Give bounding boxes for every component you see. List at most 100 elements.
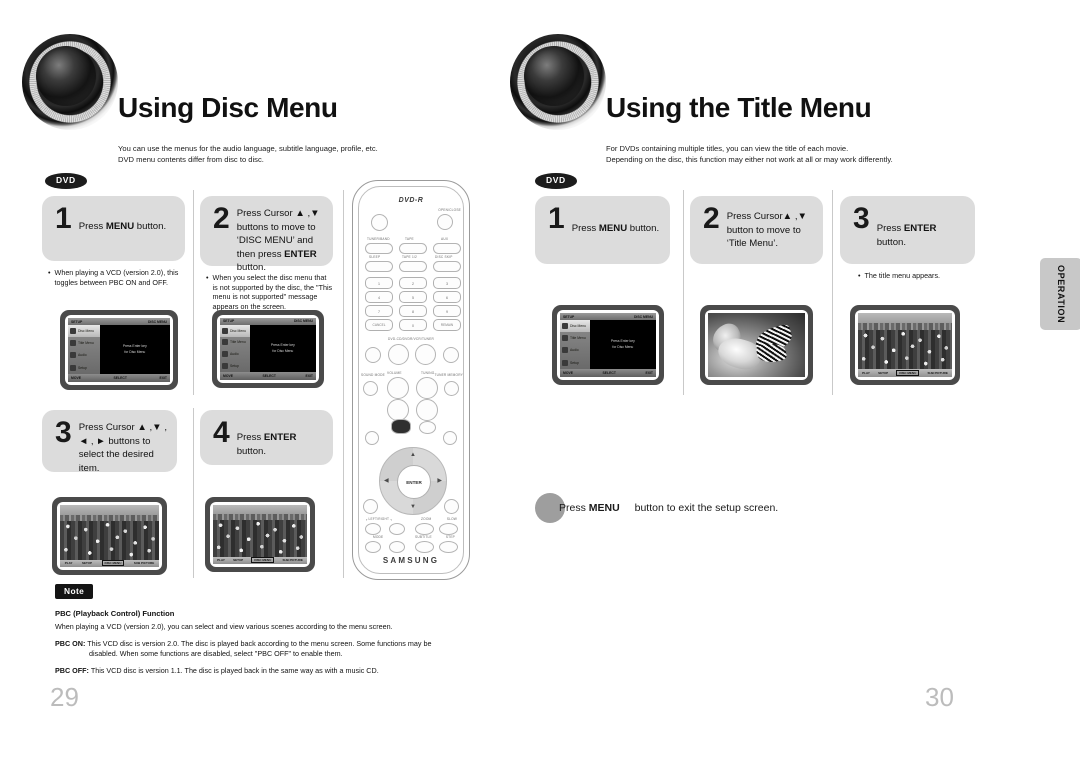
- osd-title-right: DISC MENU: [633, 314, 653, 319]
- tuner-memory-button[interactable]: [444, 381, 459, 396]
- osd-menu-item-audio[interactable]: Audio: [220, 348, 250, 360]
- menu-item-sub-picture[interactable]: SUB PICTURE: [928, 371, 948, 375]
- osd-menu-item-setup[interactable]: Setup: [68, 362, 100, 374]
- channel-right-button[interactable]: [389, 523, 405, 535]
- page-subtitle-line2: Depending on the disc, this function may…: [606, 155, 893, 164]
- open-close-button[interactable]: [437, 214, 453, 230]
- menu-item-setup[interactable]: SETUP: [82, 561, 92, 565]
- tv-bezel: [705, 310, 808, 380]
- right-step-3-bubble: 3 Press ENTER button.: [840, 196, 975, 264]
- osd-menu-item-title-menu[interactable]: Title Menu: [68, 337, 100, 349]
- menu-item-setup[interactable]: SETUP: [878, 371, 888, 375]
- tv-bezel: PLAY SETUP DISC MENU SUB PICTURE: [855, 310, 955, 380]
- menu-item-disc-menu[interactable]: DISC MENU: [896, 370, 920, 377]
- return-button[interactable]: [365, 431, 379, 445]
- stop-button[interactable]: [388, 344, 409, 365]
- tuning-up-button[interactable]: [416, 377, 438, 399]
- number-key-8[interactable]: 8: [399, 305, 427, 317]
- number-key-9[interactable]: 9: [433, 305, 461, 317]
- menu-item-sub-picture[interactable]: SUB PICTURE: [134, 561, 154, 565]
- search-up-button[interactable]: [444, 499, 459, 514]
- channel-left-button[interactable]: [365, 523, 381, 535]
- osd-menu-item-audio[interactable]: Audio: [68, 349, 100, 361]
- zoom-button[interactable]: [415, 523, 434, 535]
- number-key-5[interactable]: 5: [399, 291, 427, 303]
- osd-sidebar: Disc Menu Title Menu Audio Setup: [560, 320, 590, 369]
- aux-button[interactable]: [433, 243, 461, 254]
- title-button[interactable]: [443, 431, 457, 445]
- slow-button[interactable]: [439, 523, 458, 535]
- skip-forward-button[interactable]: [443, 347, 459, 363]
- menu-button[interactable]: [391, 419, 411, 434]
- osd-menu-item-title-menu[interactable]: Title Menu: [220, 337, 250, 349]
- menu-item-sub-picture[interactable]: SUB PICTURE: [283, 558, 303, 562]
- play-pause-button[interactable]: [415, 344, 436, 365]
- cursor-down-icon[interactable]: ▼: [410, 504, 416, 510]
- page-number-right: 30: [925, 682, 954, 712]
- sleep-button[interactable]: [365, 261, 393, 272]
- osd-menu-item-title-menu[interactable]: Title Menu: [560, 332, 590, 344]
- search-down-button[interactable]: [363, 499, 378, 514]
- number-key-7[interactable]: 7: [365, 305, 393, 317]
- sound-mode-button[interactable]: [363, 381, 378, 396]
- mode-plus-button[interactable]: [389, 541, 405, 553]
- number-key-0[interactable]: 0: [399, 319, 427, 331]
- tv-display: SETUP DISC MENU Disc Menu Title Menu Aud…: [560, 313, 656, 377]
- number-key-1[interactable]: 1: [365, 277, 393, 289]
- tape-1-2-button[interactable]: [399, 261, 427, 272]
- note-text-pbc-on-l1: This VCD disc is version 2.0. The disc i…: [87, 638, 432, 648]
- step-button[interactable]: [439, 541, 458, 553]
- mode-minus-button[interactable]: [365, 541, 381, 553]
- cursor-up-icon[interactable]: ▲: [410, 452, 416, 458]
- osd-menu-item-label: Audio: [230, 352, 239, 357]
- number-key-2[interactable]: 2: [399, 277, 427, 289]
- note-body: PBC (Playback Control) Function When pla…: [55, 609, 475, 676]
- cursor-right-icon[interactable]: ▶: [437, 478, 442, 484]
- volume-down-button[interactable]: [387, 399, 409, 421]
- step-2-text-key: ENTER: [284, 248, 317, 260]
- menu-item-setup[interactable]: SETUP: [233, 558, 243, 562]
- tuner-band-button[interactable]: [365, 243, 393, 254]
- number-key-6[interactable]: 6: [433, 291, 461, 303]
- number-key-3[interactable]: 3: [433, 277, 461, 289]
- label-sleep: SLEEP: [369, 255, 381, 259]
- cursor-dpad[interactable]: ▲ ▼ ◀ ▶ ENTER: [379, 447, 447, 515]
- display-button[interactable]: [419, 421, 436, 434]
- menu-item-play[interactable]: PLAY: [65, 561, 73, 565]
- enter-button[interactable]: ENTER: [397, 465, 431, 499]
- menu-item-play[interactable]: PLAY: [217, 558, 225, 562]
- crowd-scene-image: PLAY SETUP DISC MENU SUB PICTURE: [213, 505, 307, 564]
- step-2: 2 Press Cursor ▲ ,▼ buttons to move to ‘…: [200, 196, 333, 311]
- tv-screen-step-4: PLAY SETUP DISC MENU SUB PICTURE: [205, 497, 315, 572]
- cursor-left-icon[interactable]: ◀: [384, 478, 389, 484]
- osd-topbar: SETUP DISC MENU: [68, 318, 170, 326]
- osd-menu-item-label: Disc Menu: [78, 329, 95, 334]
- step-3-bubble: 3 Press Cursor ▲ ,▼ , ◄ , ► buttons to s…: [42, 410, 177, 474]
- osd-menu-item-disc-menu[interactable]: Disc Menu: [220, 324, 250, 337]
- label-sound-mode: SOUND MODE: [361, 373, 385, 377]
- menu-item-disc-menu[interactable]: DISC MENU: [101, 560, 125, 567]
- osd-menu-item-setup[interactable]: Setup: [560, 357, 590, 369]
- power-button[interactable]: [371, 214, 388, 231]
- osd-menu-item-disc-menu[interactable]: Disc Menu: [68, 325, 100, 338]
- osd-menu-item-setup[interactable]: Setup: [220, 360, 250, 372]
- step-1: 1 Press MENU button. • When playing a VC…: [42, 196, 185, 287]
- skip-back-button[interactable]: [365, 347, 381, 363]
- tape-button[interactable]: [399, 243, 427, 254]
- number-key-4[interactable]: 4: [365, 291, 393, 303]
- tv-screen-right-step-3: PLAY SETUP DISC MENU SUB PICTURE: [850, 305, 960, 385]
- osd-menu-item-audio[interactable]: Audio: [560, 344, 590, 356]
- menu-item-disc-menu[interactable]: DISC MENU: [251, 557, 275, 564]
- remain-button[interactable]: REMAIN: [433, 319, 461, 331]
- volume-up-button[interactable]: [387, 377, 409, 399]
- menu-item-play[interactable]: PLAY: [862, 371, 870, 375]
- cancel-button[interactable]: CANCEL: [365, 319, 393, 331]
- butterfly-scene-image: [708, 313, 805, 377]
- osd-menu-item-disc-menu[interactable]: Disc Menu: [560, 320, 590, 333]
- step-1-text: Press MENU button.: [79, 204, 166, 234]
- column-divider: [193, 408, 194, 578]
- subtitle-button[interactable]: [415, 541, 434, 553]
- osd-body-line1: Press Enter key: [122, 344, 147, 349]
- tuning-down-button[interactable]: [416, 399, 438, 421]
- disc-skip-button[interactable]: [433, 261, 461, 272]
